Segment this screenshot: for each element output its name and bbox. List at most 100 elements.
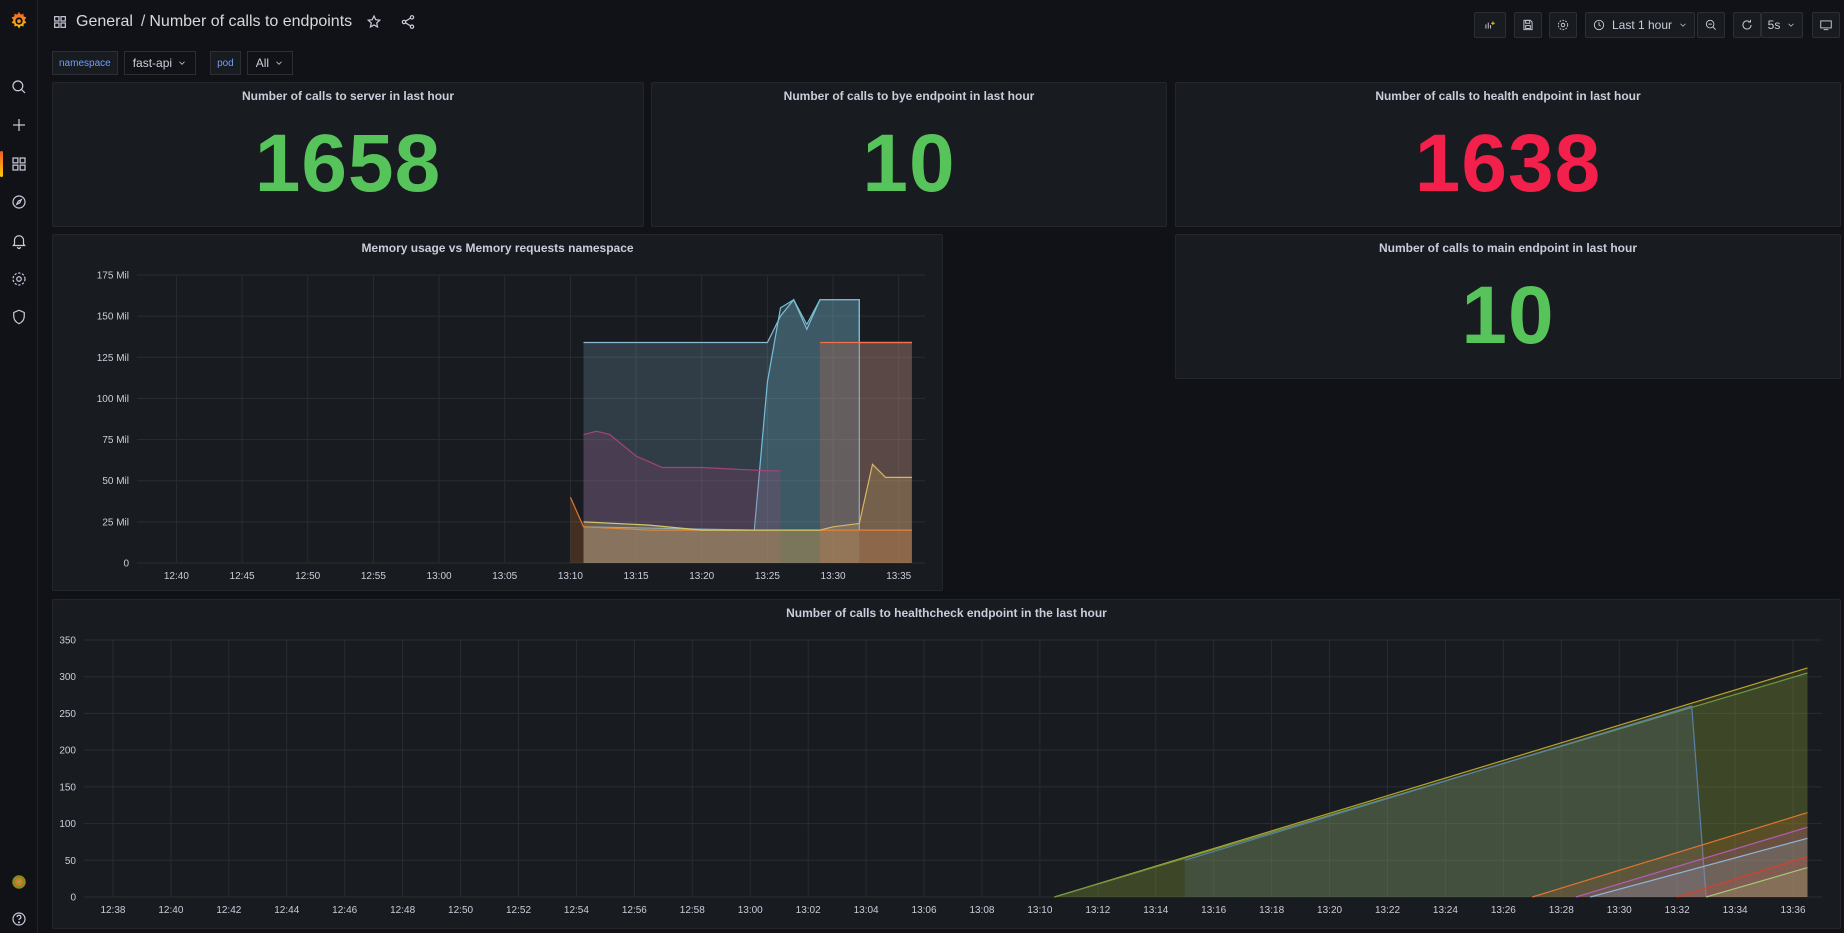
x-tick-label: 13:00 <box>427 571 452 582</box>
panel-health-calls[interactable]: Number of calls to health endpoint in la… <box>1175 82 1841 227</box>
x-tick-label: 13:24 <box>1433 905 1458 916</box>
bell-icon[interactable] <box>0 222 38 260</box>
y-tick-label: 100 Mil <box>97 394 129 405</box>
settings-button[interactable] <box>1549 12 1577 38</box>
breadcrumb: General / Number of calls to endpoints <box>52 13 416 31</box>
variable-label-namespace: namespace <box>52 51 118 75</box>
y-tick-label: 200 <box>59 746 76 757</box>
x-tick-label: 13:30 <box>821 571 846 582</box>
refresh-interval-picker[interactable]: 5s <box>1761 12 1803 38</box>
stat-value: 1638 <box>1414 118 1602 209</box>
y-tick-label: 150 Mil <box>97 312 129 323</box>
refresh-button[interactable] <box>1733 12 1761 38</box>
x-tick-label: 13:34 <box>1723 905 1748 916</box>
y-tick-label: 350 <box>59 636 76 647</box>
x-tick-label: 12:58 <box>680 905 705 916</box>
x-tick-label: 13:14 <box>1143 905 1168 916</box>
x-tick-label: 12:45 <box>230 571 255 582</box>
chevron-down-icon <box>179 61 185 65</box>
page-title[interactable]: Number of calls to endpoints <box>149 13 352 31</box>
add-panel-button[interactable] <box>1474 12 1506 38</box>
avatar[interactable] <box>0 863 38 901</box>
x-tick-label: 13:10 <box>558 571 583 582</box>
x-tick-label: 13:08 <box>969 905 994 916</box>
panel-title: Number of calls to server in last hour <box>241 89 455 103</box>
healthcheck-chart: 0 50 100 150 200 250 300 350 12:38 12:40 12:42 12:4… <box>59 636 1822 916</box>
y-tick-label: 125 Mil <box>97 353 129 364</box>
panel-title: Number of calls to bye endpoint in last … <box>783 89 1035 103</box>
star-icon[interactable] <box>366 14 382 30</box>
panel-bye-calls[interactable]: Number of calls to bye endpoint in last … <box>651 82 1167 227</box>
panel-title: Number of calls to health endpoint in la… <box>1375 89 1641 103</box>
dashboards-icon[interactable] <box>0 145 38 183</box>
zoom-out-button[interactable] <box>1697 12 1725 38</box>
y-tick-label: 0 <box>70 893 76 904</box>
stat-value: 10 <box>1461 270 1555 361</box>
breadcrumb-separator: / <box>140 13 146 30</box>
x-tick-label: 13:32 <box>1665 905 1690 916</box>
time-range-picker[interactable]: Last 1 hour <box>1585 12 1695 38</box>
x-tick-label: 13:26 <box>1491 905 1516 916</box>
search-icon[interactable] <box>0 68 38 106</box>
x-tick-label: 12:40 <box>158 905 183 916</box>
memory-chart: 0 25 Mil 50 Mil 75 Mil 100 Mil 125 Mil 150 Mil… <box>97 271 925 582</box>
variable-select-namespace[interactable]: fast-api <box>123 51 197 75</box>
x-tick-label: 13:16 <box>1201 905 1226 916</box>
x-tick-label: 13:05 <box>492 571 517 582</box>
x-tick-label: 13:06 <box>912 905 937 916</box>
dashboards-icon <box>54 16 66 28</box>
panel-main-calls[interactable]: Number of calls to main endpoint in last… <box>1175 234 1841 379</box>
x-tick-label: 13:20 <box>1317 905 1342 916</box>
variable-value-namespace: fast-api <box>132 56 173 70</box>
grafana-logo-icon[interactable] <box>0 2 38 40</box>
y-tick-label: 100 <box>59 819 76 830</box>
compass-icon[interactable] <box>0 183 38 221</box>
template-variables: namespace fast-api pod All <box>52 51 301 75</box>
plus-icon[interactable] <box>0 106 38 144</box>
y-tick-label: 300 <box>59 672 76 683</box>
series-line <box>583 298 912 344</box>
variable-value-pod: All <box>255 56 270 70</box>
x-tick-label: 12:55 <box>361 571 386 582</box>
y-tick-label: 0 <box>123 559 129 570</box>
x-tick-label: 12:46 <box>332 905 357 916</box>
x-tick-label: 13:25 <box>755 571 780 582</box>
panel-title: Number of calls to main endpoint in last… <box>1378 241 1638 255</box>
panel-server-calls[interactable]: Number of calls to server in last hour 1… <box>52 82 644 227</box>
sidebar <box>0 0 38 933</box>
stat-value: 1658 <box>254 118 442 209</box>
breadcrumb-folder[interactable]: General <box>76 13 133 31</box>
x-tick-label: 13:36 <box>1781 905 1806 916</box>
panel-memory-chart[interactable]: Memory usage vs Memory requests namespac… <box>52 234 943 591</box>
x-tick-label: 13:15 <box>624 571 649 582</box>
x-tick-label: 12:38 <box>100 905 125 916</box>
x-tick-label: 13:35 <box>886 571 911 582</box>
tv-mode-button[interactable] <box>1812 12 1840 38</box>
x-tick-label: 13:12 <box>1085 905 1110 916</box>
chevron-down-icon <box>1788 23 1795 27</box>
share-icon[interactable] <box>400 14 416 30</box>
x-tick-label: 13:18 <box>1259 905 1284 916</box>
refresh-interval-label: 5s <box>1767 18 1781 32</box>
x-tick-label: 12:56 <box>622 905 647 916</box>
x-tick-label: 13:28 <box>1549 905 1574 916</box>
variable-select-pod[interactable]: All <box>246 51 294 75</box>
x-tick-label: 13:10 <box>1027 905 1052 916</box>
gear-icon[interactable] <box>0 260 38 298</box>
shield-icon[interactable] <box>0 298 38 336</box>
chevron-down-icon <box>276 61 282 65</box>
chevron-down-icon <box>1680 23 1686 27</box>
variable-label-pod: pod <box>210 51 241 75</box>
save-button[interactable] <box>1514 12 1542 38</box>
x-tick-label: 12:48 <box>390 905 415 916</box>
clock-icon <box>1593 19 1605 31</box>
y-tick-label: 150 <box>59 782 76 793</box>
x-tick-label: 13:22 <box>1375 905 1400 916</box>
help-icon[interactable] <box>0 900 38 933</box>
y-tick-label: 50 <box>65 856 77 867</box>
y-tick-label: 175 Mil <box>97 271 129 282</box>
panel-healthcheck-chart[interactable]: Number of calls to healthcheck endpoint … <box>52 599 1841 929</box>
stat-value: 10 <box>862 118 956 209</box>
x-tick-label: 13:30 <box>1607 905 1632 916</box>
x-tick-label: 13:00 <box>738 905 763 916</box>
